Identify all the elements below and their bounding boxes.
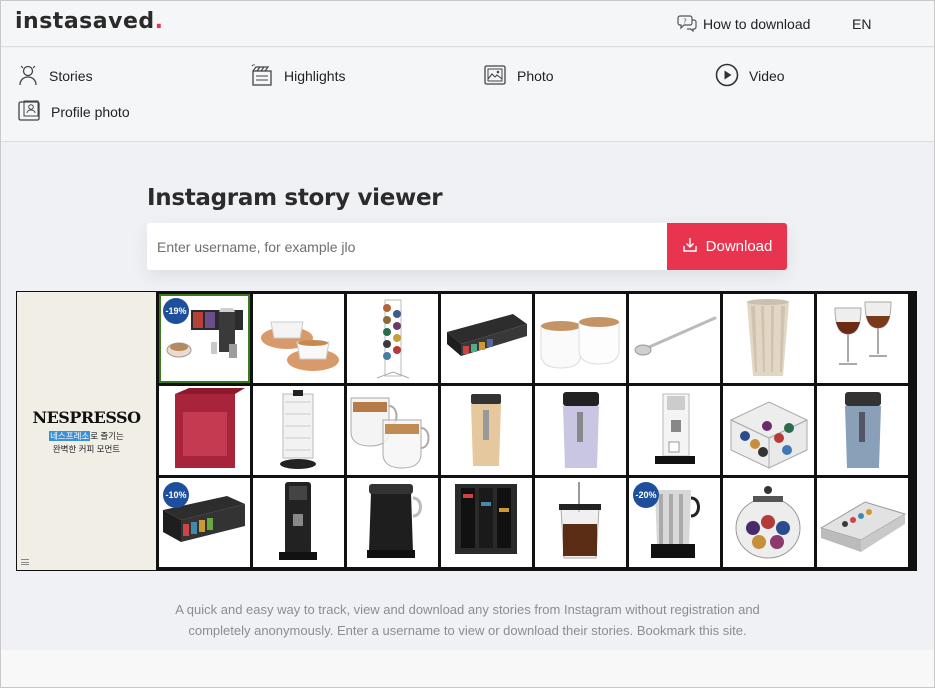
discount-badge: -10% xyxy=(163,482,189,508)
stories-icon xyxy=(17,63,39,90)
language-selector[interactable]: EN xyxy=(852,16,871,32)
product-tile-ribbed-cup[interactable] xyxy=(723,294,814,383)
product-tile-capsule-jar[interactable] xyxy=(723,478,814,567)
nav-bar: Stories Highlights Photo Video Profile p… xyxy=(1,48,934,142)
nespresso-ad-banner[interactable]: NESPRESSO 네스프레소로 즐기는 완벽한 커피 모먼트 -19% -10… xyxy=(16,291,917,571)
product-tile-milk-frother-white[interactable] xyxy=(253,386,344,475)
product-tile-travel-mug-beige[interactable] xyxy=(441,386,532,475)
site-logo[interactable]: instasaved. xyxy=(15,9,163,34)
brand-logo: NESPRESSO xyxy=(32,408,141,427)
discount-badge: -19% xyxy=(163,298,189,324)
photo-icon xyxy=(483,63,507,90)
product-tile-glass-mugs[interactable] xyxy=(347,386,438,475)
nav-item-highlights[interactable]: Highlights xyxy=(250,63,345,89)
product-tile-coffee-machine-bundle[interactable]: -19% xyxy=(159,294,250,383)
nav-item-stories[interactable]: Stories xyxy=(17,63,93,89)
product-tile-espresso-machine-white[interactable] xyxy=(629,386,720,475)
product-tile-capsule-tower[interactable] xyxy=(347,294,438,383)
product-tile-gift-box[interactable] xyxy=(159,386,250,475)
download-button[interactable]: Download xyxy=(667,223,787,270)
download-icon xyxy=(682,237,698,257)
highlights-icon xyxy=(250,63,274,90)
brand-tagline-2: 완벽한 커피 모먼트 xyxy=(52,444,121,454)
brand-tagline: 네스프레소로 즐기는 xyxy=(49,431,124,441)
nav-item-profile-photo[interactable]: Profile photo xyxy=(17,99,130,125)
product-tile-travel-mug-blue[interactable] xyxy=(817,386,908,475)
page-title: Instagram story viewer xyxy=(147,185,443,211)
profile-photo-icon xyxy=(17,99,41,126)
username-input[interactable] xyxy=(147,223,667,270)
product-tile-capsule-sleeves-dark[interactable]: -10% xyxy=(159,478,250,567)
video-icon xyxy=(715,63,739,90)
product-grid: -19% -10% -20% xyxy=(159,294,908,567)
product-tile-iced-glass[interactable] xyxy=(535,478,626,567)
svg-text:?: ? xyxy=(683,17,687,25)
how-to-download-link[interactable]: ? How to download xyxy=(677,13,810,35)
ad-menu-icon[interactable] xyxy=(21,559,29,565)
site-description: A quick and easy way to track, view and … xyxy=(175,602,760,638)
product-tile-milk-frother-black[interactable] xyxy=(347,478,438,567)
product-tile-cups-with-saucers[interactable] xyxy=(253,294,344,383)
ad-brand-panel[interactable]: NESPRESSO 네스프레소로 즐기는 완벽한 커피 모먼트 xyxy=(17,292,156,570)
product-tile-capsule-drawer[interactable] xyxy=(817,478,908,567)
product-tile-frother-chrome[interactable]: -20% xyxy=(629,478,720,567)
search-form: Download xyxy=(147,223,787,270)
page-bottom xyxy=(1,650,934,687)
product-tile-wine-glasses[interactable] xyxy=(817,294,908,383)
product-tile-capsule-sleeves[interactable] xyxy=(441,294,532,383)
help-chat-icon: ? xyxy=(677,14,697,35)
product-tile-espresso-machine-black[interactable] xyxy=(253,478,344,567)
top-header: instasaved. ? How to download EN xyxy=(1,1,934,47)
discount-badge: -20% xyxy=(633,482,659,508)
product-tile-white-cups[interactable] xyxy=(535,294,626,383)
product-tile-capsule-dispenser[interactable] xyxy=(441,478,532,567)
product-tile-travel-mug-lilac[interactable] xyxy=(535,386,626,475)
product-tile-spoon[interactable] xyxy=(629,294,720,383)
nav-item-photo[interactable]: Photo xyxy=(483,63,554,89)
nav-item-video[interactable]: Video xyxy=(715,63,785,89)
product-tile-capsule-cube[interactable] xyxy=(723,386,814,475)
